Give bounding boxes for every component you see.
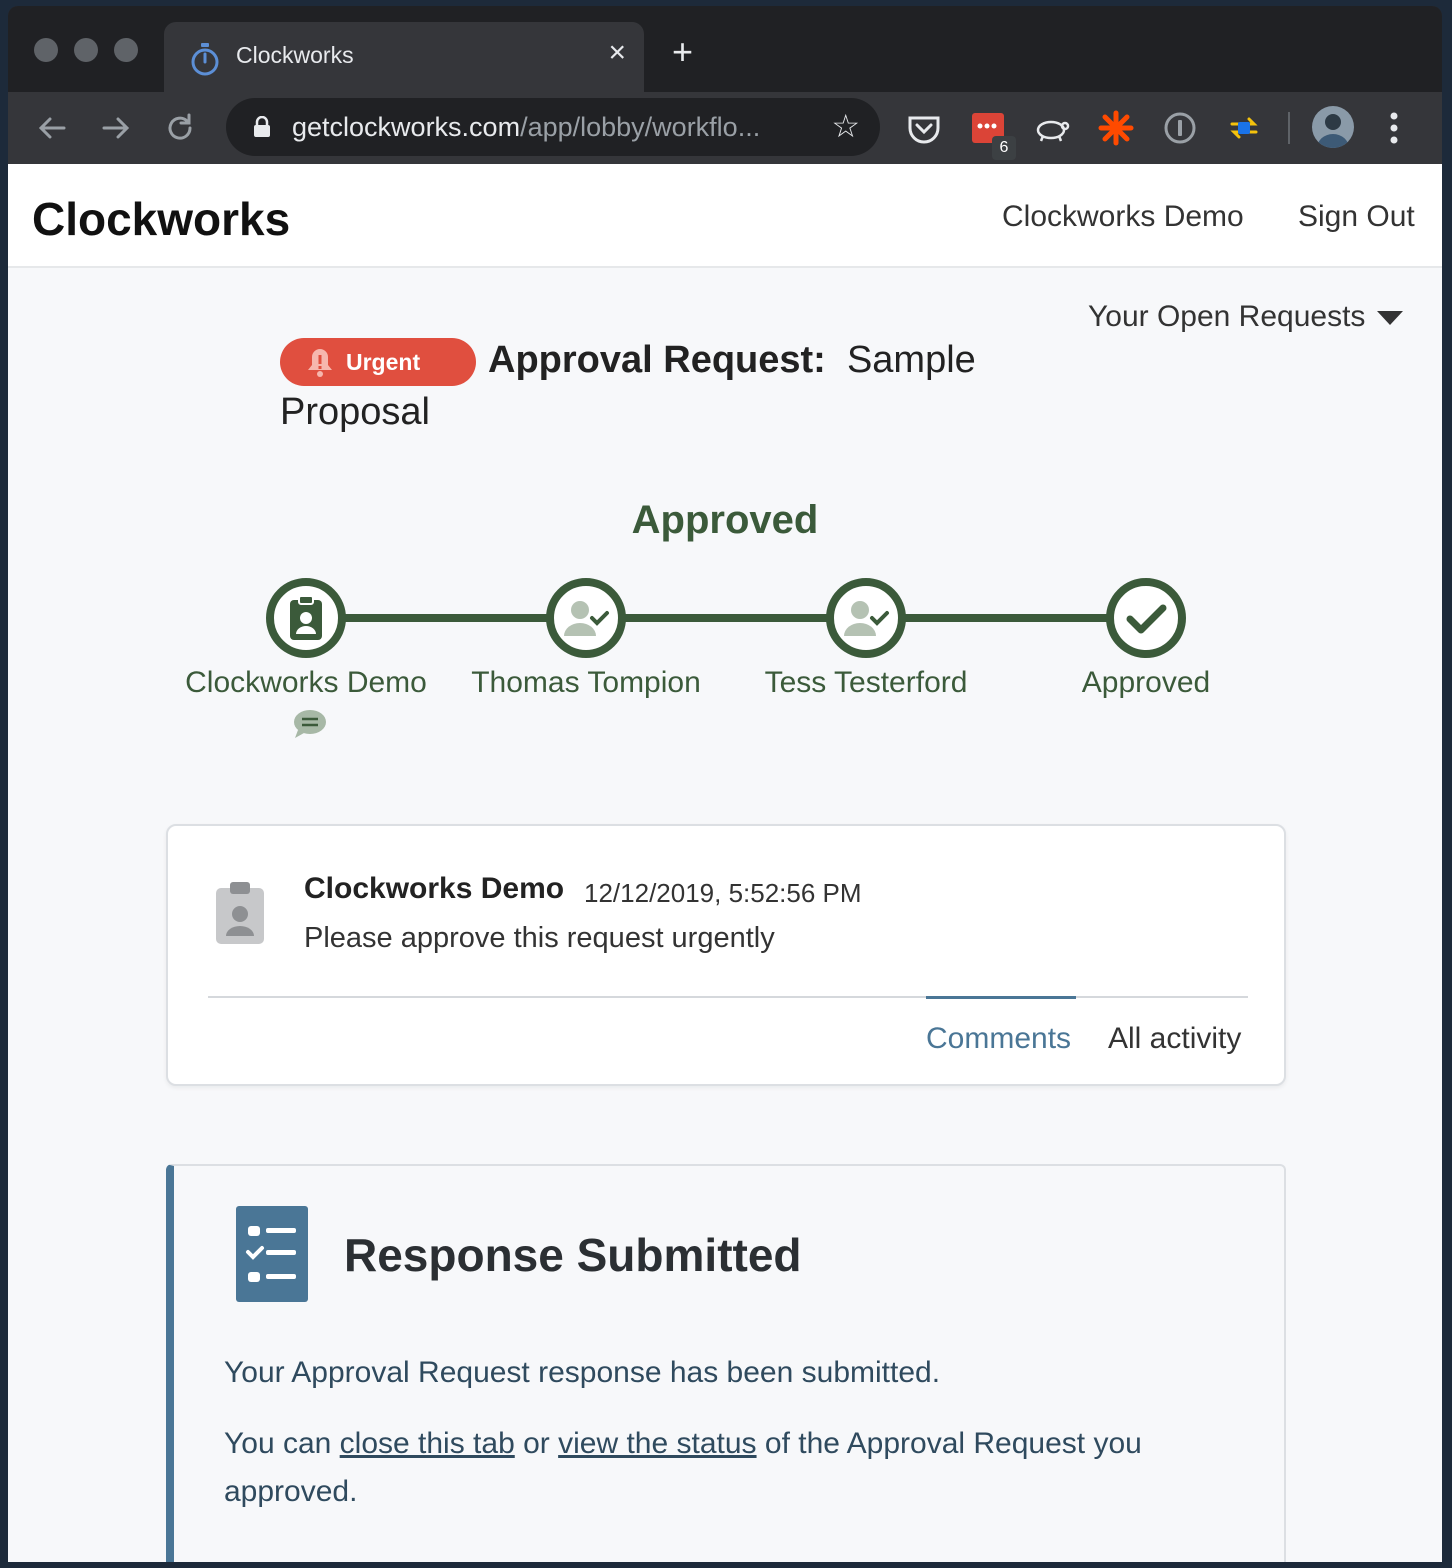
url-path: /app/lobby/workflo...	[520, 112, 761, 142]
step-node-submitter[interactable]	[266, 578, 346, 658]
workflow-stepper: Clockworks Demo Thomas Tompion Tess Test…	[8, 570, 1442, 740]
urgent-badge: Urgent	[280, 337, 476, 386]
lock-icon	[254, 116, 270, 137]
profile-avatar[interactable]	[1312, 106, 1354, 148]
forward-icon[interactable]	[98, 110, 134, 146]
browser-tab[interactable]: Clockworks ×	[164, 22, 644, 92]
open-requests-dropdown[interactable]: Your Open Requests	[1088, 300, 1404, 334]
request-title-prefix: Approval Request:	[488, 339, 826, 381]
step-label: Tess Testerford	[764, 666, 968, 699]
checklist-icon	[236, 1206, 308, 1302]
tab-strip: Clockworks × +	[8, 6, 1442, 92]
extension-badge: 6	[992, 136, 1016, 160]
tab-close-icon[interactable]: ×	[608, 38, 626, 68]
user-check-icon	[564, 601, 609, 636]
browser-menu-icon[interactable]	[1390, 112, 1398, 144]
stepper-connector	[338, 614, 1128, 622]
clipboard-user-icon	[216, 882, 264, 944]
urgent-label: Urgent	[346, 348, 421, 375]
new-tab-button[interactable]: +	[672, 34, 693, 70]
nav-user-link[interactable]: Clockworks Demo	[1002, 200, 1244, 234]
profile-avatar-icon	[1317, 114, 1349, 148]
pocket-icon[interactable]	[906, 110, 942, 146]
tab-all-activity[interactable]: All activity	[1108, 1022, 1241, 1056]
password-manager-icon[interactable]	[1162, 110, 1198, 146]
bookmark-star-icon[interactable]: ☆	[831, 110, 860, 142]
back-icon[interactable]	[34, 110, 70, 146]
browser-toolbar: getclockworks.com/app/lobby/workflo... ☆…	[8, 92, 1442, 164]
step-label: Thomas Tompion	[471, 666, 701, 699]
comment-author: Clockworks Demo	[304, 872, 565, 905]
toolbar-separator	[1288, 112, 1290, 144]
url-host: getclockworks.com	[292, 112, 521, 142]
open-requests-label: Your Open Requests	[1088, 300, 1366, 333]
alert-bell-icon	[308, 348, 332, 377]
active-tab-indicator	[926, 996, 1076, 999]
browser-window: Clockworks × + getclockworks.com/app/lob…	[8, 6, 1442, 1562]
comment-timestamp: 12/12/2019, 5:52:56 PM	[584, 878, 862, 908]
minimize-window-button[interactable]	[74, 38, 98, 62]
step-node-approver-1[interactable]	[546, 578, 626, 658]
app-header: Clockworks Clockworks Demo Sign Out	[8, 164, 1442, 268]
step-label: Clockworks Demo	[185, 666, 427, 699]
view-status-link[interactable]: view the status	[558, 1427, 756, 1460]
close-tab-link[interactable]: close this tab	[340, 1427, 515, 1460]
tab-title: Clockworks	[236, 42, 354, 68]
response-instructions: You can close this tab or view the statu…	[224, 1420, 1224, 1516]
workflow-status-heading: Approved	[631, 498, 819, 542]
page-content: Clockworks Clockworks Demo Sign Out Your…	[8, 164, 1442, 1562]
zoom-window-button[interactable]	[114, 38, 138, 62]
tab-comments[interactable]: Comments	[926, 1022, 1071, 1056]
instructions-text: You can	[224, 1427, 340, 1460]
response-title: Response Submitted	[344, 1229, 802, 1281]
response-submitted-card: Response Submitted Your Approval Request…	[166, 1164, 1286, 1562]
comment-card: Clockworks Demo 12/12/2019, 5:52:56 PM P…	[166, 824, 1286, 1086]
response-message: Your Approval Request response has been …	[224, 1356, 941, 1389]
close-window-button[interactable]	[34, 38, 58, 62]
comment-text: Please approve this request urgently	[304, 922, 775, 954]
caret-down-icon	[1377, 311, 1404, 326]
zapier-asterisk-icon[interactable]	[1098, 110, 1134, 146]
brand-logo[interactable]: Clockworks	[32, 192, 290, 246]
step-label: Approved	[1081, 666, 1211, 699]
comment-divider	[208, 996, 1248, 998]
address-bar[interactable]: getclockworks.com/app/lobby/workflo... ☆	[226, 98, 880, 156]
sync-extension-icon[interactable]	[1226, 110, 1262, 146]
check-icon	[1126, 604, 1167, 634]
reload-icon[interactable]	[162, 110, 198, 146]
instructions-text: or	[514, 1427, 559, 1460]
step-node-approver-2[interactable]	[826, 578, 906, 658]
request-title-block: Urgent Approval Request: Sample Proposal	[280, 334, 1040, 438]
clipboard-user-icon	[290, 595, 322, 640]
turtle-extension-icon[interactable]	[1034, 110, 1070, 146]
sign-out-link[interactable]: Sign Out	[1298, 200, 1415, 234]
stopwatch-icon	[191, 43, 219, 76]
step-node-approved[interactable]	[1106, 578, 1186, 658]
url-text: getclockworks.com/app/lobby/workflo...	[292, 112, 760, 143]
user-check-icon	[844, 601, 889, 636]
comment-bubble-icon[interactable]	[292, 708, 328, 740]
